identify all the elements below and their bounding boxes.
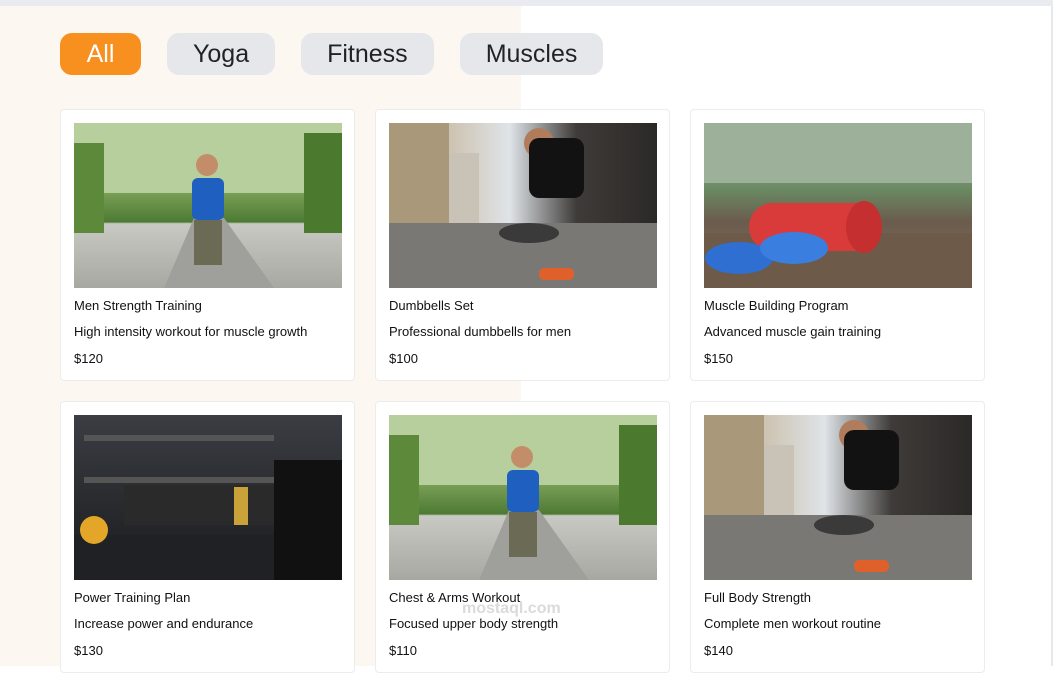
category-filters: All Yoga Fitness Muscles [60,33,604,75]
product-description: Focused upper body strength [389,616,559,631]
product-image-shoes-street[interactable] [704,415,972,580]
product-description: High intensity workout for muscle growth [74,324,308,339]
product-card[interactable]: Dumbbells Set Professional dumbbells for… [375,109,670,381]
product-image-shoes-street[interactable] [389,123,657,288]
top-divider [0,0,1053,6]
product-card[interactable]: Power Training Plan Increase power and e… [60,401,355,673]
filter-all-button[interactable]: All [60,33,141,75]
product-image-runner[interactable] [389,415,657,580]
product-price: $100 [389,351,418,366]
product-card[interactable]: Full Body Strength Complete men workout … [690,401,985,673]
product-card[interactable]: Men Strength Training High intensity wor… [60,109,355,381]
filter-fitness-button[interactable]: Fitness [301,33,434,75]
product-description: Professional dumbbells for men [389,324,572,339]
filter-muscles-button[interactable]: Muscles [459,33,604,75]
product-description: Advanced muscle gain training [704,324,882,339]
product-title: Power Training Plan [74,590,191,605]
product-description: Increase power and endurance [74,616,254,631]
product-price: $150 [704,351,733,366]
product-grid: Men Strength Training High intensity wor… [60,109,985,673]
product-price: $110 [389,643,417,658]
product-image-gym-weights[interactable] [74,415,342,580]
product-image-mat-sneakers[interactable] [704,123,972,288]
product-price: $130 [74,643,103,658]
product-image-runner[interactable] [74,123,342,288]
product-description: Complete men workout routine [704,616,882,631]
product-card[interactable]: Chest & Arms Workout Focused upper body … [375,401,670,673]
product-title: Full Body Strength [704,590,811,605]
watermark-text: mostaql.com [462,600,561,617]
product-card[interactable]: Muscle Building Program Advanced muscle … [690,109,985,381]
filter-yoga-button[interactable]: Yoga [167,33,276,75]
product-price: $120 [74,351,103,366]
product-title: Men Strength Training [74,298,202,313]
product-title: Muscle Building Program [704,298,849,313]
product-title: Dumbbells Set [389,298,474,313]
product-price: $140 [704,643,733,658]
